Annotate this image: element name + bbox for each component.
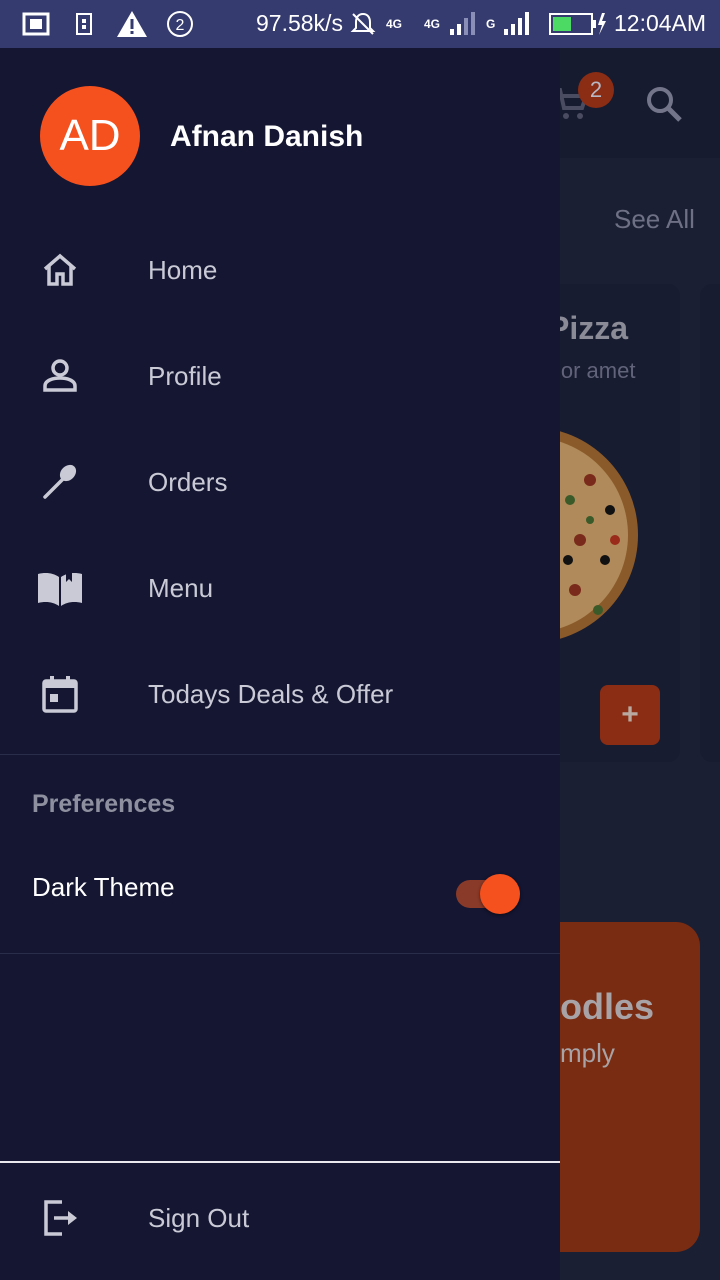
network-type-label: G [486, 17, 496, 31]
dark-theme-toggle[interactable] [456, 874, 522, 914]
network-type-label: 4G [424, 17, 441, 31]
preferences-header: Preferences [32, 790, 176, 818]
calendar-icon [36, 670, 84, 718]
nav-item-label: Profile [148, 360, 222, 391]
logout-icon [36, 1194, 84, 1242]
banner-title: odles [560, 986, 655, 1027]
nav-item-label: Menu [148, 572, 214, 603]
signal-icon [502, 8, 532, 40]
notification-count-icon: 2 [166, 8, 194, 40]
signal-icon [448, 8, 478, 40]
divider [0, 1161, 560, 1163]
network-speed: 97.58k/s [256, 10, 343, 36]
navigation-drawer: AD Afnan Danish Home Profile Orders Menu… [0, 48, 560, 1280]
home-icon [36, 246, 84, 294]
nav-item-home[interactable]: Home [0, 220, 560, 320]
divider [0, 754, 560, 755]
add-to-cart-button[interactable]: + [600, 685, 660, 745]
user-name: Afnan Danish [170, 120, 364, 153]
nav-item-label: Orders [148, 466, 228, 497]
nav-item-label: Home [148, 254, 218, 285]
card-subtitle: lor amet [556, 358, 636, 383]
battery-icon [548, 8, 608, 40]
warning-icon [116, 8, 148, 40]
screenshot-icon [22, 8, 50, 40]
dark-theme-label: Dark Theme [32, 872, 175, 902]
food-card[interactable] [700, 284, 720, 762]
nav-item-deals[interactable]: Todays Deals & Offer [0, 644, 560, 744]
status-bar: 2 97.58k/s 4G 4G G 12:04AM [0, 0, 720, 48]
nav-item-profile[interactable]: Profile [0, 326, 560, 426]
nav-item-orders[interactable]: Orders [0, 432, 560, 532]
avatar[interactable]: AD [40, 86, 140, 186]
mute-icon [350, 8, 376, 40]
divider [0, 953, 560, 954]
see-all-link[interactable]: See All [614, 204, 695, 235]
sign-out-button[interactable]: Sign Out [0, 1168, 560, 1268]
nav-item-menu[interactable]: Menu [0, 538, 560, 638]
clock: 12:04AM [614, 10, 707, 36]
spoon-icon [36, 458, 84, 506]
book-icon [36, 564, 84, 612]
toggle-thumb [480, 874, 520, 914]
network-type-label: 4G [386, 17, 403, 31]
sim-icon [76, 8, 92, 40]
card-title: Pizza [548, 310, 629, 346]
nav-item-label: Todays Deals & Offer [148, 678, 394, 709]
svg-text:2: 2 [176, 17, 185, 34]
search-icon[interactable] [644, 84, 684, 129]
sign-out-label: Sign Out [148, 1202, 250, 1233]
cart-badge: 2 [578, 72, 614, 108]
banner-subtitle: mply [560, 1038, 615, 1068]
person-icon [36, 352, 84, 400]
